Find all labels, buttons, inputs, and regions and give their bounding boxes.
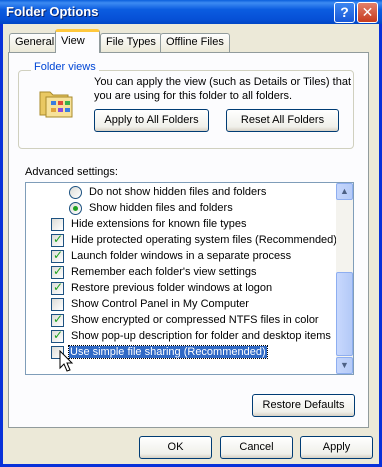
reset-all-folders-button[interactable]: Reset All Folders [226,109,339,132]
list-item-label: Launch folder windows in a separate proc… [71,250,292,262]
tab-view[interactable]: View [55,29,100,53]
checkbox[interactable] [51,218,64,231]
check-icon: ✓ [53,264,64,278]
scroll-up-icon[interactable]: ▲ [336,183,353,200]
close-button[interactable]: ✕ [357,2,378,23]
list-item-label: Show hidden files and folders [89,202,233,214]
checkbox[interactable]: ✓ [51,248,64,263]
mouse-pointer-icon [59,350,74,372]
list-item-label: Show encrypted or compressed NTFS files … [71,314,319,326]
list-item-label: Show pop-up description for folder and d… [71,330,331,342]
radio-button[interactable] [69,186,82,199]
window-title: Folder Options [6,4,99,19]
scroll-down-icon[interactable]: ▼ [336,357,353,374]
check-icon: ✓ [53,232,64,246]
vertical-scrollbar[interactable]: ▲ ▼ [336,183,353,374]
check-icon: ✓ [53,280,64,294]
checkbox[interactable]: ✓ [51,280,64,295]
list-item-label: Hide protected operating system files (R… [71,234,337,246]
radio-dot-icon [73,206,78,211]
list-item-label: Restore previous folder windows at logon [71,282,273,294]
restore-defaults-button[interactable]: Restore Defaults [252,394,355,417]
check-icon: ✓ [53,248,64,262]
title-bar: Folder Options ? ✕ [0,0,382,24]
checkbox[interactable]: ✓ [51,312,64,327]
cancel-button[interactable]: Cancel [220,436,293,459]
advanced-settings-label: Advanced settings: [25,166,118,178]
list-item-label: Do not show hidden files and folders [89,186,267,198]
checkbox[interactable]: ✓ [51,328,64,343]
list-item-label: Remember each folder's view settings [71,266,257,278]
checkbox[interactable]: ✓ [51,232,64,247]
list-item-label: Use simple file sharing (Recommended) [68,345,268,359]
folder-views-description: You can apply the view (such as Details … [94,76,352,102]
advanced-settings-list[interactable]: Do not show hidden files and folders Sho… [25,182,354,375]
check-icon: ✓ [53,328,64,342]
ok-button[interactable]: OK [139,436,212,459]
folder-views-label: Folder views [31,61,99,73]
check-icon: ✓ [53,312,64,326]
apply-button[interactable]: Apply [300,436,373,459]
folder-icon [39,91,73,118]
list-item-label: Hide extensions for known file types [71,218,247,230]
tab-general[interactable]: General [9,33,61,52]
tab-offline-files[interactable]: Offline Files [160,33,230,52]
checkbox[interactable] [51,298,64,311]
checkbox[interactable]: ✓ [51,264,64,279]
radio-button[interactable] [69,202,82,215]
scroll-thumb[interactable] [336,272,353,356]
tab-file-types[interactable]: File Types [100,33,162,52]
list-item-label: Show Control Panel in My Computer [71,298,249,310]
apply-to-all-folders-button[interactable]: Apply to All Folders [94,109,209,132]
help-button[interactable]: ? [334,2,355,23]
